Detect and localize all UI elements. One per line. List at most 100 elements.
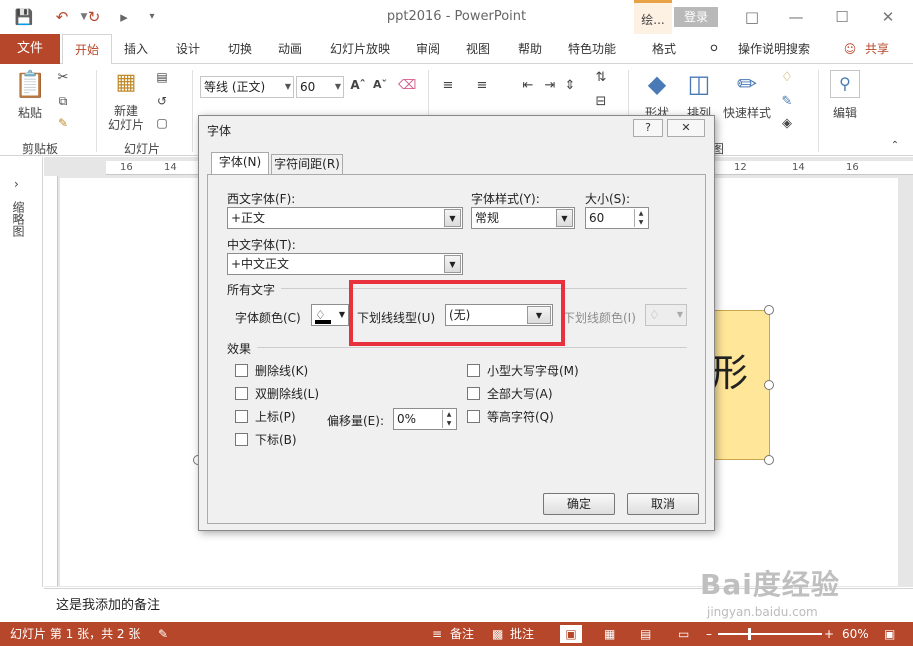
reading-view-icon[interactable]: ▤ <box>640 622 651 646</box>
tab-file[interactable]: 文件 <box>0 34 60 64</box>
search-icon[interactable]: ⚲ <box>830 70 860 98</box>
tell-me-search[interactable]: 操作说明搜索 <box>734 34 814 64</box>
size-input[interactable]: 60 ▲ ▼ <box>585 207 649 229</box>
tab-transitions[interactable]: 切换 <box>220 34 260 64</box>
maximize-icon[interactable]: ☐ <box>827 5 857 29</box>
zoom-slider[interactable] <box>718 633 822 635</box>
section-icon[interactable]: ▢ <box>154 116 170 130</box>
increase-indent-icon[interactable]: ⇥ <box>542 78 558 93</box>
shape-fill-icon[interactable]: ♢ <box>776 70 798 85</box>
redo-icon[interactable]: ↻ <box>84 7 104 27</box>
cut-icon[interactable]: ✂ <box>56 70 70 85</box>
decrease-indent-icon[interactable]: ⇤ <box>520 78 536 93</box>
slideshow-icon[interactable]: ▭ <box>678 622 689 646</box>
format-painter-icon[interactable]: ✎ <box>56 116 70 130</box>
numbering-icon[interactable]: ≡ <box>474 78 490 93</box>
normal-view-icon[interactable]: ▣ <box>560 625 582 643</box>
paste-button[interactable]: 粘贴 <box>14 104 46 121</box>
grow-font-icon[interactable]: Aˆ <box>350 78 366 92</box>
tab-font[interactable]: 字体(N) <box>211 152 269 176</box>
offset-input[interactable]: 0% ▲ ▼ <box>393 408 457 430</box>
chinese-font-select[interactable]: +中文正文 ▼ <box>227 253 463 275</box>
copy-icon[interactable]: ⧉ <box>56 94 70 109</box>
spinner-icon[interactable]: ▲ ▼ <box>442 410 455 428</box>
comments-toggle[interactable]: 批注 <box>510 622 534 646</box>
clear-format-icon[interactable]: ⌫ <box>398 78 416 93</box>
strikethrough-checkbox[interactable] <box>235 364 248 377</box>
subscript-checkbox[interactable] <box>235 433 248 446</box>
zoom-slider-thumb[interactable] <box>748 628 751 640</box>
share-button[interactable]: 共享 <box>862 34 892 64</box>
expand-panel-icon[interactable]: › <box>14 177 19 191</box>
superscript-checkbox[interactable] <box>235 410 248 423</box>
zoom-level[interactable]: 60% <box>842 622 869 646</box>
tab-animations[interactable]: 动画 <box>270 34 310 64</box>
status-bar: 幻灯片 第 1 张，共 2 张 ✎ ≡ 备注 ▩ 批注 ▣ ▦ ▤ ▭ – + … <box>0 622 913 646</box>
quick-styles-button[interactable]: 快速样式 <box>720 104 774 121</box>
zoom-in-icon[interactable]: + <box>824 622 834 646</box>
edit-button[interactable]: 编辑 <box>826 104 864 121</box>
tab-character-spacing[interactable]: 字符间距(R) <box>271 154 343 175</box>
tab-help[interactable]: 帮助 <box>510 34 550 64</box>
equalize-height-checkbox[interactable] <box>467 410 480 423</box>
login-button[interactable]: 登录 <box>674 7 718 27</box>
ok-button[interactable]: 确定 <box>543 493 615 515</box>
font-style-select[interactable]: 常规 ▼ <box>471 207 575 229</box>
shape-text[interactable]: 形 <box>710 342 748 397</box>
help-button[interactable]: ? <box>633 119 663 137</box>
ribbon-display-icon[interactable]: □ <box>737 5 767 29</box>
all-caps-checkbox[interactable] <box>467 387 480 400</box>
resize-handle[interactable] <box>764 380 774 390</box>
font-size-box[interactable]: 60 ▼ <box>296 76 344 98</box>
text-direction-icon[interactable]: ⇅ <box>592 70 610 85</box>
reset-icon[interactable]: ↺ <box>154 94 170 108</box>
arrange-icon[interactable]: ◫ <box>682 70 716 98</box>
notes-toggle[interactable]: 备注 <box>450 622 474 646</box>
new-slide-icon[interactable]: ▦ <box>110 70 142 98</box>
customize-toolbar-icon[interactable]: ▾ <box>142 7 162 27</box>
save-icon[interactable]: 💾 <box>14 7 34 27</box>
layout-icon[interactable]: ▤ <box>154 70 170 84</box>
cancel-button[interactable]: 取消 <box>627 493 699 515</box>
tab-features[interactable]: 特色功能 <box>564 34 620 64</box>
font-color-picker[interactable]: ♢ ▼ <box>311 304 349 326</box>
close-icon[interactable]: ✕ <box>873 5 903 29</box>
new-slide-button[interactable]: 新建 幻灯片 <box>102 104 150 132</box>
shape-outline-icon[interactable]: ✎ <box>776 94 798 109</box>
shape-effects-icon[interactable]: ◈ <box>776 116 798 131</box>
spinner-icon[interactable]: ▲ ▼ <box>634 209 647 227</box>
quick-styles-icon[interactable]: ✏ <box>722 70 772 98</box>
align-text-icon[interactable]: ⊟ <box>592 94 610 109</box>
zoom-out-icon[interactable]: – <box>706 622 712 646</box>
fit-slide-icon[interactable]: ▣ <box>884 622 895 646</box>
resize-handle[interactable] <box>764 455 774 465</box>
undo-icon[interactable]: ↶ <box>52 7 72 27</box>
present-icon[interactable]: ▸ <box>114 7 134 27</box>
tab-design[interactable]: 设计 <box>168 34 208 64</box>
small-caps-checkbox[interactable] <box>467 364 480 377</box>
bullets-icon[interactable]: ≡ <box>440 78 456 93</box>
tab-view[interactable]: 视图 <box>460 34 496 64</box>
chevron-down-icon: ▼ <box>444 255 461 273</box>
shapes-icon[interactable]: ◆ <box>640 70 674 98</box>
tab-review[interactable]: 审阅 <box>410 34 446 64</box>
drawing-tools-tab[interactable]: 绘... <box>634 0 672 34</box>
tab-insert[interactable]: 插入 <box>116 34 156 64</box>
shrink-font-icon[interactable]: Aˇ <box>372 78 388 91</box>
resize-handle[interactable] <box>764 305 774 315</box>
divider <box>257 347 687 348</box>
spelling-icon[interactable]: ✎ <box>158 622 168 646</box>
dialog-close-button[interactable]: ✕ <box>667 119 705 137</box>
double-strike-checkbox[interactable] <box>235 387 248 400</box>
line-spacing-icon[interactable]: ⇕ <box>562 78 578 93</box>
western-font-select[interactable]: +正文 ▼ <box>227 207 463 229</box>
minimize-icon[interactable]: — <box>781 5 811 29</box>
underline-color-picker[interactable]: ♢ ▼ <box>645 304 687 326</box>
collapse-ribbon-icon[interactable]: ⌃ <box>886 140 904 151</box>
tab-slideshow[interactable]: 幻灯片放映 <box>326 34 394 64</box>
font-name-box[interactable]: 等线 (正文) ▼ <box>200 76 294 98</box>
slide-sorter-icon[interactable]: ▦ <box>604 622 615 646</box>
tab-home[interactable]: 开始 <box>62 34 112 65</box>
paste-icon[interactable]: 📋 <box>14 70 46 104</box>
tab-format[interactable]: 格式 <box>642 34 686 64</box>
